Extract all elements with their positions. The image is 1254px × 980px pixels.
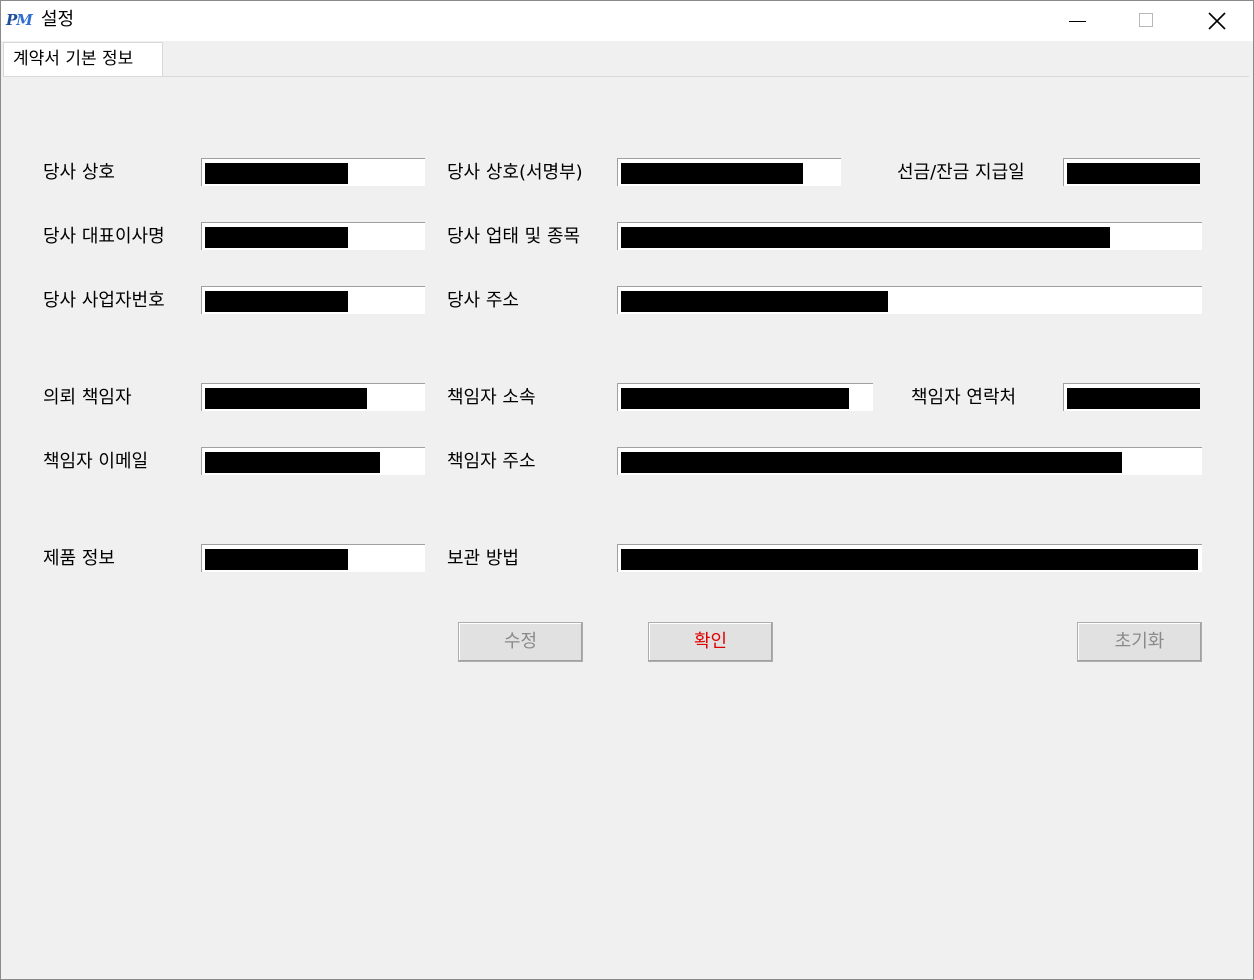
close-button[interactable] [1181, 1, 1251, 41]
app-logo-icon: PM [6, 11, 33, 29]
person-phone-field[interactable] [1063, 383, 1200, 411]
payment-date-label: 선금/잔금 지급일 [897, 162, 1025, 183]
company-ceo-field[interactable] [201, 222, 425, 250]
close-icon [1208, 12, 1226, 30]
person-phone-label: 책임자 연락처 [911, 387, 1017, 408]
tab-contract-basic-info[interactable]: 계약서 기본 정보 [3, 42, 163, 77]
redacted-value [205, 227, 348, 248]
redacted-value [621, 388, 849, 409]
business-type-field[interactable] [617, 222, 1202, 250]
redacted-value [205, 549, 348, 570]
product-info-field[interactable] [201, 544, 425, 572]
redacted-value [621, 291, 888, 312]
company-name-label: 당사 상호 [43, 162, 115, 183]
redacted-value [621, 452, 1122, 473]
payment-date-field[interactable] [1063, 158, 1200, 186]
reset-button[interactable]: 초기화 [1077, 622, 1202, 662]
storage-method-label: 보관 방법 [447, 548, 519, 569]
settings-window: PM 설정 계약서 기본 정보 당사 상호 당사 상호(서명부) 선금/잔금 지… [0, 0, 1254, 980]
minimize-button[interactable] [1041, 1, 1111, 41]
company-address-label: 당사 주소 [447, 290, 519, 311]
redacted-value [1067, 163, 1200, 184]
tab-divider [3, 76, 1249, 77]
redacted-value [621, 227, 1110, 248]
person-affiliation-field[interactable] [617, 383, 873, 411]
redacted-value [621, 163, 803, 184]
business-type-label: 당사 업태 및 종목 [447, 226, 581, 247]
storage-method-field[interactable] [617, 544, 1202, 572]
confirm-button[interactable]: 확인 [648, 622, 773, 662]
business-number-label: 당사 사업자번호 [43, 290, 165, 311]
redacted-value [621, 549, 1198, 570]
maximize-icon [1139, 13, 1153, 27]
company-address-field[interactable] [617, 286, 1202, 314]
person-address-field[interactable] [617, 447, 1202, 475]
edit-button[interactable]: 수정 [458, 622, 583, 662]
redacted-value [205, 163, 348, 184]
person-affiliation-label: 책임자 소속 [447, 387, 536, 408]
minimize-icon [1069, 21, 1086, 22]
redacted-value [205, 452, 380, 473]
title-bar: PM 설정 [1, 1, 1253, 41]
company-ceo-label: 당사 대표이사명 [43, 226, 165, 247]
window-title: 설정 [41, 9, 75, 30]
person-email-label: 책임자 이메일 [43, 451, 149, 472]
business-number-field[interactable] [201, 286, 425, 314]
person-email-field[interactable] [201, 447, 425, 475]
company-name-field[interactable] [201, 158, 425, 186]
redacted-value [205, 291, 348, 312]
company-name-signature-field[interactable] [617, 158, 841, 186]
product-info-label: 제품 정보 [43, 548, 115, 569]
contact-person-field[interactable] [201, 383, 425, 411]
company-name-signature-label: 당사 상호(서명부) [447, 162, 583, 183]
contact-person-label: 의뢰 책임자 [43, 387, 132, 408]
maximize-button[interactable] [1111, 1, 1181, 41]
redacted-value [205, 388, 367, 409]
person-address-label: 책임자 주소 [447, 451, 536, 472]
redacted-value [1067, 388, 1200, 409]
